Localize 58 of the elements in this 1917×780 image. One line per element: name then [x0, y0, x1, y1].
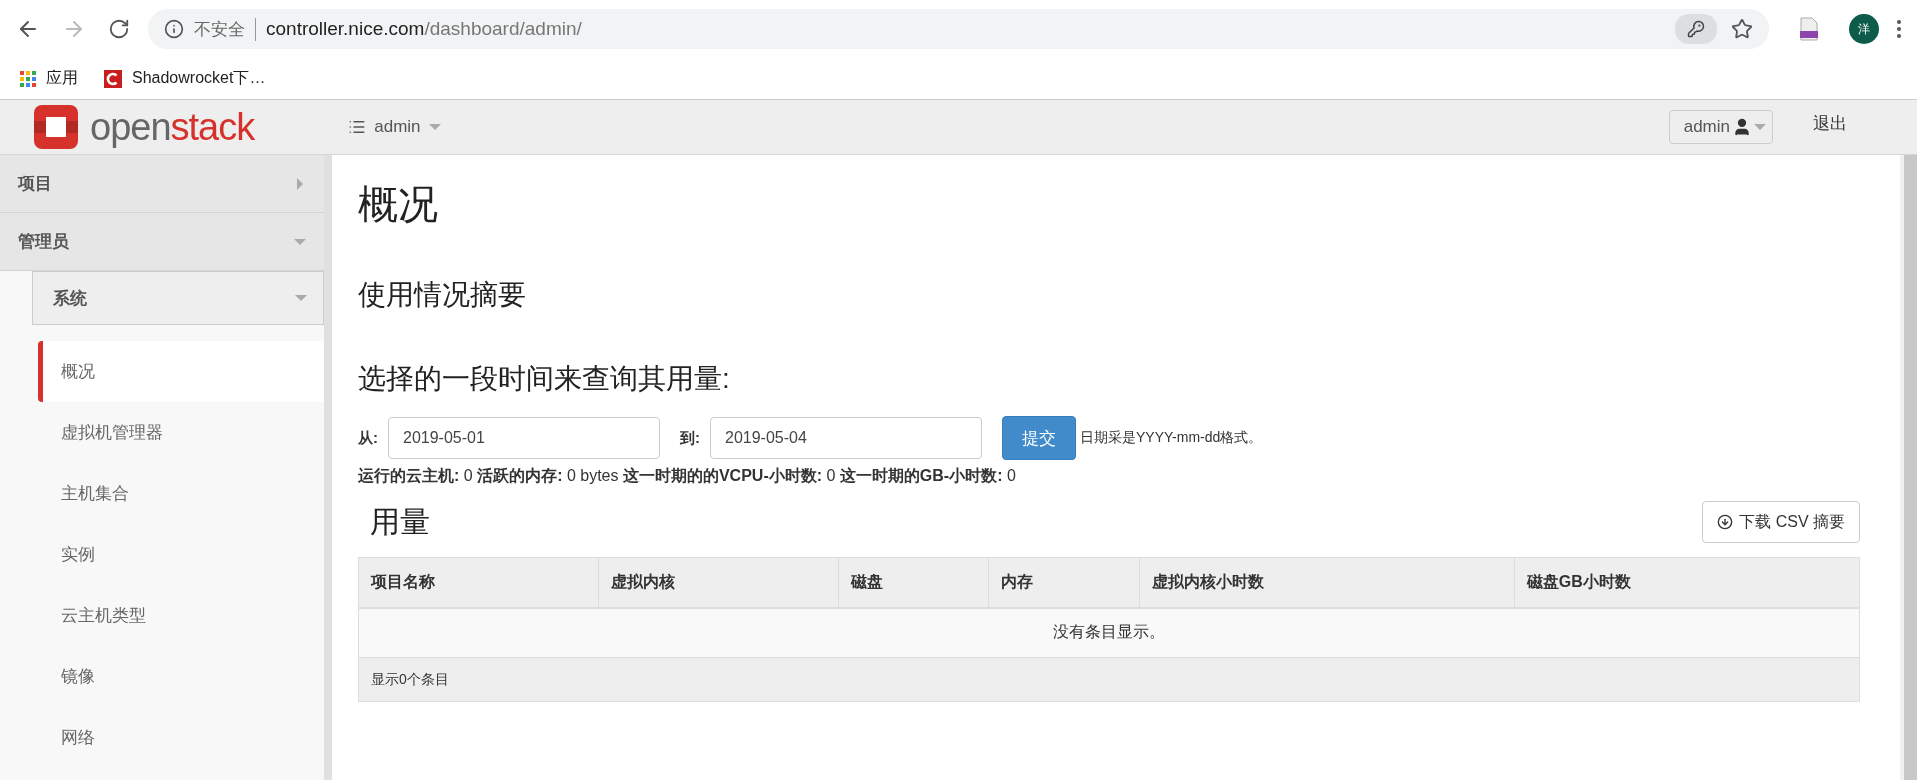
bookmark-link[interactable]: 应用 [20, 68, 78, 89]
user-menu[interactable]: admin [1668, 110, 1773, 144]
bookmark-link[interactable]: Shadowrocket下… [104, 68, 266, 89]
column-header: 虚拟内核 [598, 557, 839, 608]
reload-icon [108, 18, 130, 40]
sidebar-item[interactable]: 虚拟机管理器 [38, 402, 324, 463]
security-label: 不安全 [194, 17, 256, 41]
menu-dots-icon [1897, 20, 1901, 38]
input-field[interactable]: 2019-05-04 [710, 417, 982, 459]
caret-right-icon [294, 177, 306, 190]
sidebar-item[interactable]: 概况 [38, 341, 324, 402]
profile-avatar[interactable]: 洋 [1849, 14, 1879, 44]
caret-down-icon [428, 121, 441, 133]
key-icon [1687, 20, 1705, 38]
section-title: 选择的一段时间来查询其用量: [358, 362, 731, 396]
empty-message: 没有条目显示。 [358, 607, 1860, 658]
logo-icon [32, 103, 80, 151]
table-footer: 显示0个条目 [358, 657, 1860, 702]
logo-wordmark: openstack [90, 105, 255, 149]
hint-text: 日期采是YYYY-mm-dd格式。 [1080, 429, 1263, 447]
pdf-extension-icon[interactable] [1799, 17, 1819, 41]
project-menu[interactable]: admin [342, 116, 447, 138]
input-field[interactable]: 2019-05-01 [388, 417, 660, 459]
download-icon [1717, 514, 1734, 530]
field-label: 到: [680, 428, 700, 448]
scrollbar[interactable] [1900, 155, 1917, 780]
column-header: 磁盘 [838, 557, 989, 608]
list-icon [348, 118, 367, 136]
sidebar-subpanel[interactable]: 系统 [32, 271, 324, 325]
submit-button[interactable]: 提交 [1002, 416, 1076, 460]
logout-link[interactable]: 退出 [1813, 111, 1847, 135]
apps-grid-icon [20, 70, 36, 87]
caret-down-icon [295, 292, 307, 304]
column-header: 内存 [988, 557, 1139, 608]
star-icon [1731, 18, 1753, 40]
sidebar-item[interactable]: 云主机类型 [38, 585, 324, 646]
url-text: controller.nice.com/dashboard/admin/ [266, 18, 582, 40]
address-bar[interactable]: 不安全 controller.nice.com/dashboard/admin/ [148, 9, 1769, 49]
sidebar-item[interactable]: 实例 [38, 524, 324, 585]
sidebar-item[interactable]: 网络 [38, 707, 324, 768]
site-favicon-icon [104, 69, 122, 88]
page-title: 概况 [358, 181, 439, 228]
download-button[interactable]: 下载 CSV 摘要 [1702, 501, 1860, 543]
caret-down-icon [1754, 121, 1766, 133]
section-title: 用量 [370, 504, 430, 540]
field-label: 从: [358, 428, 378, 448]
sidebar-item[interactable]: 镜像 [38, 646, 324, 707]
section-title: 使用情况摘要 [358, 278, 527, 312]
sidebar-panel[interactable]: 项目 [0, 155, 324, 213]
column-header: 虚拟内核小时数 [1139, 557, 1515, 608]
user-icon [1732, 117, 1752, 137]
sidebar-panel[interactable]: 管理员 [0, 213, 324, 271]
column-header: 项目名称 [358, 557, 599, 608]
info-icon [164, 19, 184, 39]
key-icon-button[interactable] [1675, 14, 1717, 44]
column-header: 磁盘GB小时数 [1514, 557, 1860, 608]
stats-text: 运行的云主机: 0 活跃的内存: 0 bytes 这一时期的的VCPU-小时数: 0 这一时期的GB-小时数: 0 [358, 466, 1017, 486]
sidebar-item[interactable]: 主机集合 [38, 463, 324, 524]
